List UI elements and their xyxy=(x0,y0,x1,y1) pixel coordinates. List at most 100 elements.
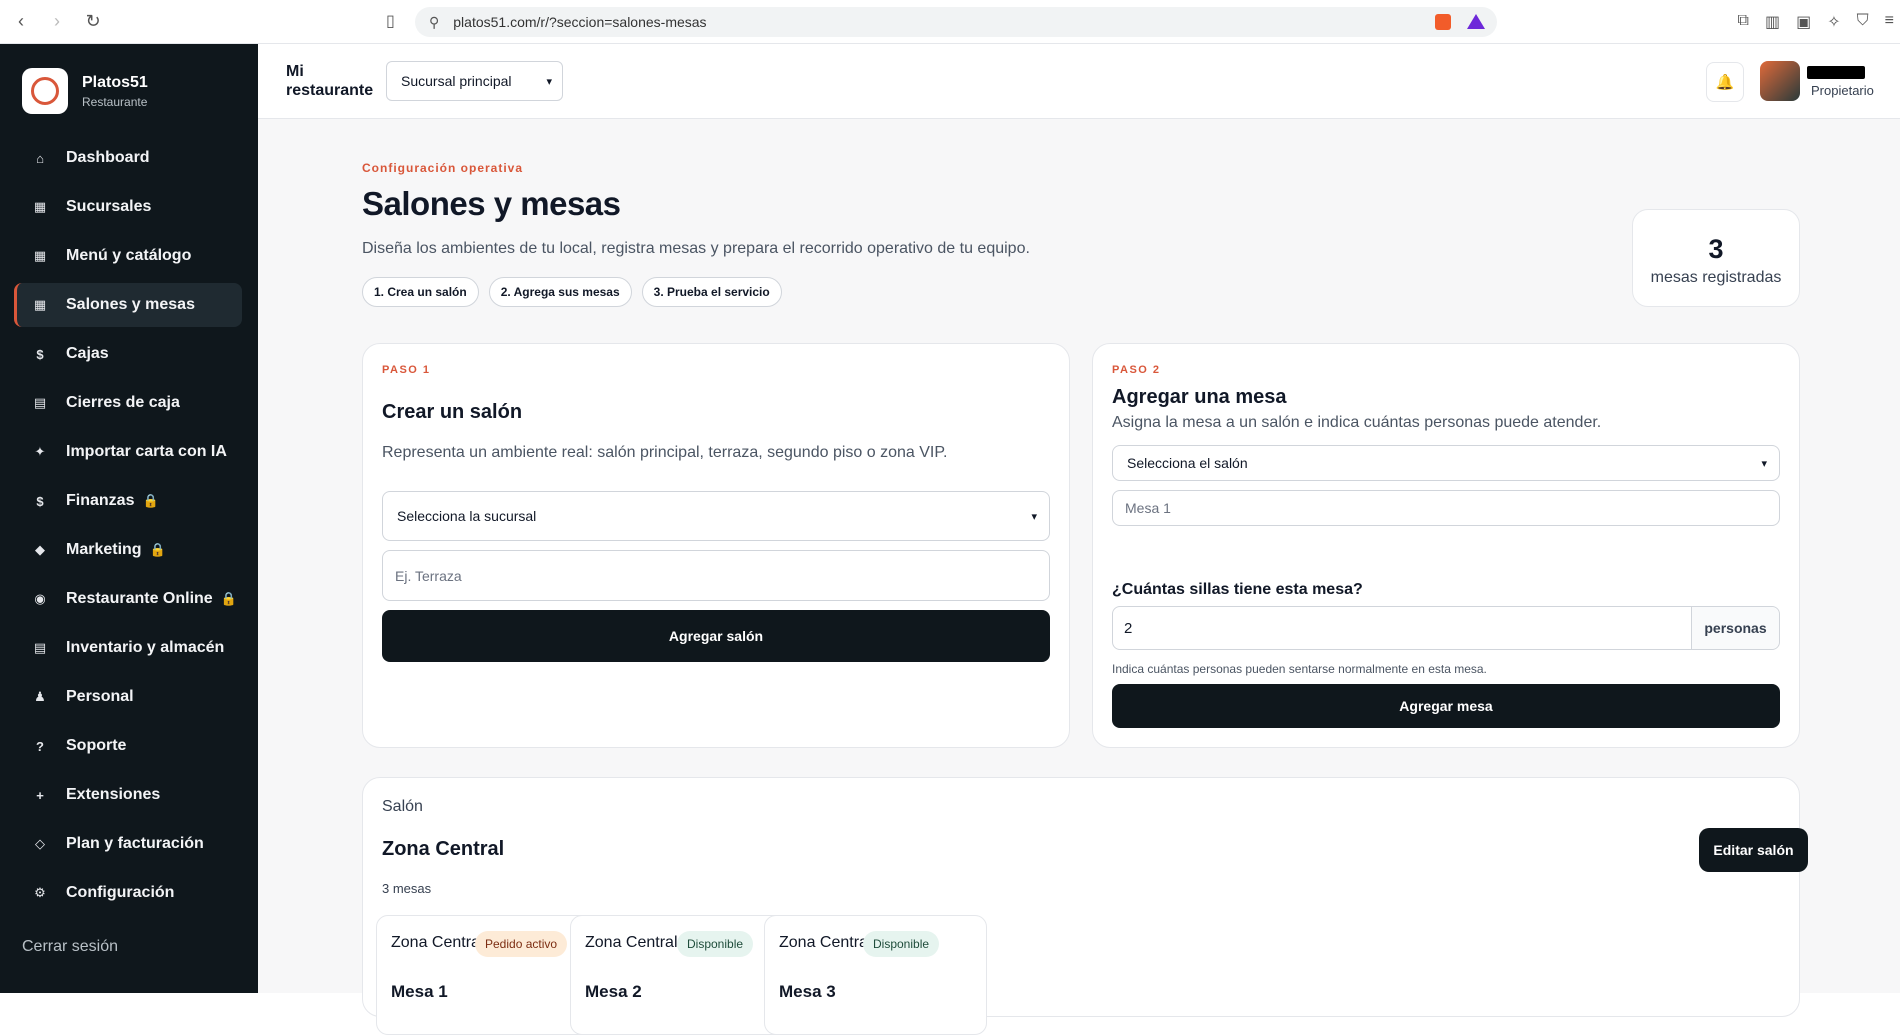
sidebar-item-icon: ▦ xyxy=(33,199,47,214)
sidebar-item-11[interactable]: ♟ Personal xyxy=(14,675,242,719)
sidebar-item-0[interactable]: ⌂ Dashboard xyxy=(14,136,242,180)
chevron-down-icon: ▾ xyxy=(1031,510,1037,523)
salon-label: Salón xyxy=(382,798,423,815)
sidebar-item-9[interactable]: ◉ Restaurante Online 🔒 xyxy=(14,577,242,621)
notifications-button[interactable]: 🔔 xyxy=(1706,62,1744,102)
forward-icon[interactable]: › xyxy=(48,11,66,32)
table-name: Mesa 1 xyxy=(391,982,448,1001)
chairs-hint: Indica cuántas personas pueden sentarse … xyxy=(1112,662,1487,676)
sidebar-item-1[interactable]: ▦ Sucursales xyxy=(14,185,242,229)
sidebar-item-6[interactable]: ✦ Importar carta con IA xyxy=(14,430,242,474)
sidebar-item-15[interactable]: ⚙ Configuración xyxy=(14,871,242,915)
branch-select-field[interactable]: Selecciona la sucursal ▾ xyxy=(382,491,1050,541)
chairs-input[interactable]: 2 xyxy=(1113,607,1691,649)
reload-icon[interactable]: ↻ xyxy=(84,11,102,32)
sidebar-item-icon: + xyxy=(36,787,44,803)
table-name-input[interactable]: Mesa 1 xyxy=(1112,490,1780,526)
table-card[interactable]: Zona Central Disponible Mesa 3 xyxy=(764,915,987,1035)
page-description: Diseña los ambientes de tu local, regist… xyxy=(362,240,1030,257)
sidebar-item-13[interactable]: + Extensiones xyxy=(14,773,242,817)
sidebar-item-icon: ♟ xyxy=(34,689,46,704)
tables-counter: 3 mesas registradas xyxy=(1632,209,1800,307)
sidebar-item-14[interactable]: ◇ Plan y facturación xyxy=(14,822,242,866)
url-text: platos51.com/r/?seccion=salones-mesas xyxy=(453,14,707,30)
sidebar-item-label: Salones y mesas xyxy=(66,296,195,313)
sidebar-item-icon: ▤ xyxy=(33,640,47,655)
site-settings-icon[interactable]: ⚲ xyxy=(429,14,439,31)
branch-select-field-value: Selecciona la sucursal xyxy=(397,508,537,524)
vpn-icon[interactable]: ⛉ xyxy=(1857,12,1869,32)
branch-select[interactable]: Sucursal principal ▾ xyxy=(386,61,563,101)
address-bar[interactable]: ⚲ platos51.com/r/?seccion=salones-mesas xyxy=(415,7,1497,37)
chairs-unit: personas xyxy=(1691,607,1779,649)
branch-select-value: Sucursal principal xyxy=(401,73,512,89)
restaurant-label: Mi restaurante xyxy=(286,63,374,99)
extensions-icon[interactable]: ⧉ xyxy=(1738,12,1749,32)
sidebar-item-12[interactable]: ? Soporte xyxy=(14,724,242,768)
table-zone: Zona Central xyxy=(779,934,872,951)
sidebar-item-label: Configuración xyxy=(66,884,175,901)
bookmark-icon[interactable]: ▯ xyxy=(386,11,395,31)
sidebar-item-label: Marketing xyxy=(66,541,142,558)
sidebar-item-label: Cierres de caja xyxy=(66,394,180,411)
edit-salon-button[interactable]: Editar salón xyxy=(1699,828,1808,872)
sidebar-item-icon: ▤ xyxy=(33,395,47,410)
status-badge: Disponible xyxy=(863,931,940,957)
card-title: Crear un salón xyxy=(382,401,523,423)
chairs-input-group: 2 personas xyxy=(1112,606,1780,650)
sidebar-item-icon: ✦ xyxy=(34,444,46,459)
menu-icon[interactable]: ≡ xyxy=(1885,12,1894,32)
top-header: Mi restaurante Sucursal principal ▾ 🔔 Pr… xyxy=(258,44,1900,119)
browser-toolbar: ‹ › ↻ ▯ ⚲ platos51.com/r/?seccion=salone… xyxy=(0,0,1900,44)
sidebar-item-label: Extensiones xyxy=(66,786,161,803)
sidebar-item-8[interactable]: ◆ Marketing 🔒 xyxy=(14,528,242,572)
salon-select-field[interactable]: Selecciona el salón ▾ xyxy=(1112,445,1780,481)
card-description: Representa un ambiente real: salón princ… xyxy=(382,444,948,461)
sidebar-item-2[interactable]: ▦ Menú y catálogo xyxy=(14,234,242,278)
chevron-down-icon: ▾ xyxy=(1761,457,1767,470)
avatar[interactable] xyxy=(1760,61,1800,101)
sidebar-item-label: Inventario y almacén xyxy=(66,639,225,656)
sidebar-item-icon: ◉ xyxy=(34,591,46,606)
sidebar-toggle-icon[interactable]: ▥ xyxy=(1765,12,1780,32)
tables-counter-label: mesas registradas xyxy=(1650,269,1782,286)
brave-shield-icon[interactable] xyxy=(1435,14,1451,30)
logout-link[interactable]: Cerrar sesión xyxy=(22,938,118,956)
step-chip-2: 2. Agrega sus mesas xyxy=(488,277,632,307)
add-table-button[interactable]: Agregar mesa xyxy=(1112,684,1780,728)
back-icon[interactable]: ‹ xyxy=(12,11,30,32)
sidebar-item-icon: ▦ xyxy=(33,248,47,263)
brave-rewards-icon[interactable] xyxy=(1467,14,1485,29)
table-zone: Zona Central xyxy=(585,934,678,951)
salon-card: Salón Zona Central 3 mesas Editar salón … xyxy=(362,777,1808,1035)
sidebar-item-label: Cajas xyxy=(66,345,109,362)
sidebar: Platos51 Restaurante ⌂ Dashboard ▦ Sucursal… xyxy=(0,44,258,993)
sidebar-menu: ⌂ Dashboard ▦ Sucursales ▦ Menú y catálogo ▦ Sa… xyxy=(0,136,258,915)
sidebar-item-3[interactable]: ▦ Salones y mesas xyxy=(14,283,242,327)
lock-icon: 🔒 xyxy=(142,493,159,508)
sidebar-item-label: Finanzas xyxy=(66,492,135,509)
sidebar-item-label: Personal xyxy=(66,688,134,705)
sidebar-item-4[interactable]: $ Cajas xyxy=(14,332,242,376)
step-chip-3: 3. Prueba el servicio xyxy=(641,277,782,307)
salon-table-count: 3 mesas xyxy=(382,881,432,896)
salon-name-input[interactable]: Ej. Terraza xyxy=(382,550,1050,601)
sidebar-item-5[interactable]: ▤ Cierres de caja xyxy=(14,381,242,425)
main-content: Configuración operativa Salones y mesas … xyxy=(258,119,1900,1035)
sidebar-item-7[interactable]: $ Finanzas 🔒 xyxy=(14,479,242,523)
add-table-card: PASO 2 Agregar una mesa Asigna la mesa a… xyxy=(1092,343,1800,748)
table-zone: Zona Central xyxy=(391,934,484,951)
leo-ai-icon[interactable]: ✧ xyxy=(1827,12,1840,32)
sidebar-item-10[interactable]: ▤ Inventario y almacén xyxy=(14,626,242,670)
salon-select-field-value: Selecciona el salón xyxy=(1127,455,1248,471)
step-label: PASO 2 xyxy=(1112,364,1161,376)
sidebar-item-label: Sucursales xyxy=(66,198,152,215)
wallet-icon[interactable]: ▣ xyxy=(1796,12,1811,32)
brand-name: Platos51 xyxy=(82,73,148,91)
brand[interactable]: Platos51 Restaurante xyxy=(0,44,258,114)
card-description: Asigna la mesa a un salón e indica cuánt… xyxy=(1112,414,1602,431)
add-salon-button[interactable]: Agregar salón xyxy=(382,610,1050,662)
table-name: Mesa 3 xyxy=(779,982,836,1001)
table-card[interactable]: Zona Central Pedido activo Mesa 1 xyxy=(376,915,599,1035)
table-card[interactable]: Zona Central Disponible Mesa 2 xyxy=(570,915,793,1035)
